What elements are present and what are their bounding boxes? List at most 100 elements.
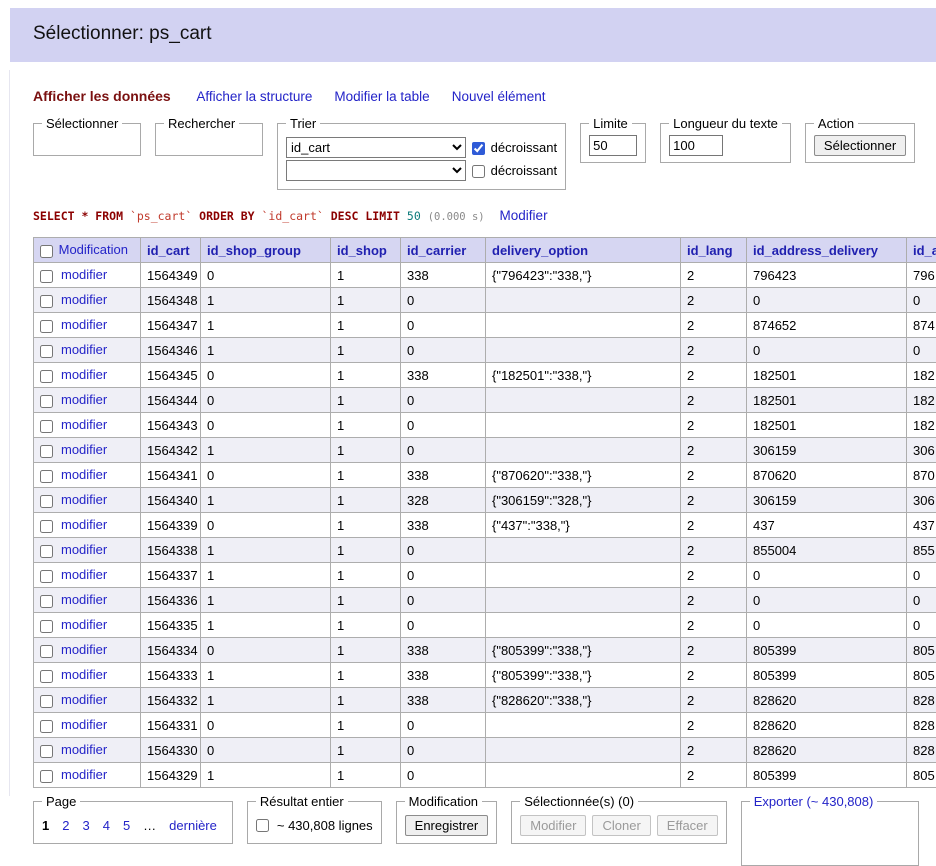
row-checkbox[interactable] <box>40 620 53 633</box>
row-checkbox[interactable] <box>40 695 53 708</box>
column-header-link[interactable]: id_shop <box>337 243 387 258</box>
text-length-input[interactable] <box>669 135 723 156</box>
row-checkbox[interactable] <box>40 645 53 658</box>
selected-action-button[interactable]: Effacer <box>657 815 718 836</box>
page-link[interactable]: 3 <box>82 818 89 833</box>
row-modify-link[interactable]: modifier <box>61 467 107 482</box>
sort-desc-label-2[interactable]: décroissant <box>472 163 557 178</box>
row-modify-link[interactable]: modifier <box>61 367 107 382</box>
sql-edit-link[interactable]: Modifier <box>500 208 548 223</box>
row-checkbox[interactable] <box>40 345 53 358</box>
row-modify-link[interactable]: modifier <box>61 442 107 457</box>
page-link[interactable]: 4 <box>103 818 110 833</box>
row-modify-link[interactable]: modifier <box>61 567 107 582</box>
row-checkbox[interactable] <box>40 295 53 308</box>
row-modify-cell: modifier <box>34 463 141 488</box>
cell: 1 <box>331 488 401 513</box>
column-header-link[interactable]: id_address_delivery <box>753 243 878 258</box>
row-modify-link[interactable]: modifier <box>61 767 107 782</box>
cell: 2 <box>681 738 747 763</box>
last-page-link[interactable]: dernière <box>169 818 217 833</box>
row-checkbox[interactable] <box>40 570 53 583</box>
cell: 2 <box>681 563 747 588</box>
row-checkbox[interactable] <box>40 395 53 408</box>
row-checkbox[interactable] <box>40 745 53 758</box>
column-header: delivery_option <box>486 238 681 263</box>
tab-link[interactable]: Modifier la table <box>334 89 429 104</box>
page-link[interactable]: 2 <box>62 818 69 833</box>
column-header-link[interactable]: id_lang <box>687 243 733 258</box>
row-modify-link[interactable]: modifier <box>61 542 107 557</box>
sort-desc-checkbox-1[interactable] <box>472 142 485 155</box>
cell: 0 <box>201 513 331 538</box>
tab-link[interactable]: Nouvel élément <box>452 89 546 104</box>
tab-link[interactable]: Afficher la structure <box>196 89 312 104</box>
row-modify-link[interactable]: modifier <box>61 492 107 507</box>
row-modify-link[interactable]: modifier <box>61 742 107 757</box>
fieldset-action-legend: Action <box>814 116 858 131</box>
row-checkbox[interactable] <box>40 520 53 533</box>
row-checkbox[interactable] <box>40 720 53 733</box>
row-checkbox[interactable] <box>40 270 53 283</box>
page-link[interactable]: 5 <box>123 818 130 833</box>
cell <box>486 413 681 438</box>
whole-result-checkbox[interactable] <box>256 819 269 832</box>
row-checkbox[interactable] <box>40 470 53 483</box>
fieldset-limit-legend: Limite <box>589 116 632 131</box>
row-modify-link[interactable]: modifier <box>61 592 107 607</box>
row-checkbox[interactable] <box>40 595 53 608</box>
export-link[interactable]: Exporter (~ 430,808) <box>754 794 874 809</box>
row-modify-link[interactable]: modifier <box>61 317 107 332</box>
column-header: id_carrier <box>401 238 486 263</box>
sort-field-select[interactable]: id_cart <box>286 137 466 158</box>
row-modify-cell: modifier <box>34 713 141 738</box>
selected-action-button[interactable]: Cloner <box>592 815 650 836</box>
sort-desc-checkbox-2[interactable] <box>472 165 485 178</box>
row-modify-link[interactable]: modifier <box>61 642 107 657</box>
table-row: modifier156433311338{"805399":"338,"}280… <box>34 663 936 688</box>
column-header-link[interactable]: id_shop_group <box>207 243 301 258</box>
row-checkbox[interactable] <box>40 320 53 333</box>
cell: 437 <box>747 513 907 538</box>
modification-header-link[interactable]: Modification <box>59 242 128 257</box>
row-checkbox[interactable] <box>40 370 53 383</box>
row-modify-link[interactable]: modifier <box>61 517 107 532</box>
row-modify-link[interactable]: modifier <box>61 717 107 732</box>
row-checkbox[interactable] <box>40 670 53 683</box>
sort-field-select-2[interactable] <box>286 160 466 181</box>
column-header-link[interactable]: delivery_option <box>492 243 588 258</box>
cell: 1564344 <box>141 388 201 413</box>
cell <box>486 588 681 613</box>
row-checkbox[interactable] <box>40 495 53 508</box>
limit-input[interactable] <box>589 135 637 156</box>
table-row: modifier15643421102306159306 <box>34 438 936 463</box>
cell: 182501 <box>747 388 907 413</box>
column-header-link[interactable]: id_cart <box>147 243 190 258</box>
cell: 1564330 <box>141 738 201 763</box>
row-modify-link[interactable]: modifier <box>61 392 107 407</box>
row-modify-link[interactable]: modifier <box>61 342 107 357</box>
row-modify-link[interactable]: modifier <box>61 692 107 707</box>
cell: 338 <box>401 263 486 288</box>
column-header-link[interactable]: id_a <box>913 243 936 258</box>
save-button[interactable]: Enregistrer <box>405 815 489 836</box>
row-modify-link[interactable]: modifier <box>61 617 107 632</box>
row-checkbox[interactable] <box>40 545 53 558</box>
select-submit-button[interactable]: Sélectionner <box>814 135 906 156</box>
sort-desc-label-1[interactable]: décroissant <box>472 140 557 155</box>
select-all-checkbox[interactable] <box>40 245 53 258</box>
row-modify-link[interactable]: modifier <box>61 267 107 282</box>
row-modify-link[interactable]: modifier <box>61 292 107 307</box>
row-modify-link[interactable]: modifier <box>61 417 107 432</box>
row-checkbox[interactable] <box>40 420 53 433</box>
column-header: id_lang <box>681 238 747 263</box>
column-header-link[interactable]: id_carrier <box>407 243 466 258</box>
cell <box>486 563 681 588</box>
selected-action-button[interactable]: Modifier <box>520 815 586 836</box>
modification-header-cell: Modification <box>34 238 141 263</box>
cell: 182 <box>907 413 936 438</box>
row-checkbox[interactable] <box>40 445 53 458</box>
row-modify-link[interactable]: modifier <box>61 667 107 682</box>
fieldset-export-body <box>750 813 910 859</box>
row-checkbox[interactable] <box>40 770 53 783</box>
